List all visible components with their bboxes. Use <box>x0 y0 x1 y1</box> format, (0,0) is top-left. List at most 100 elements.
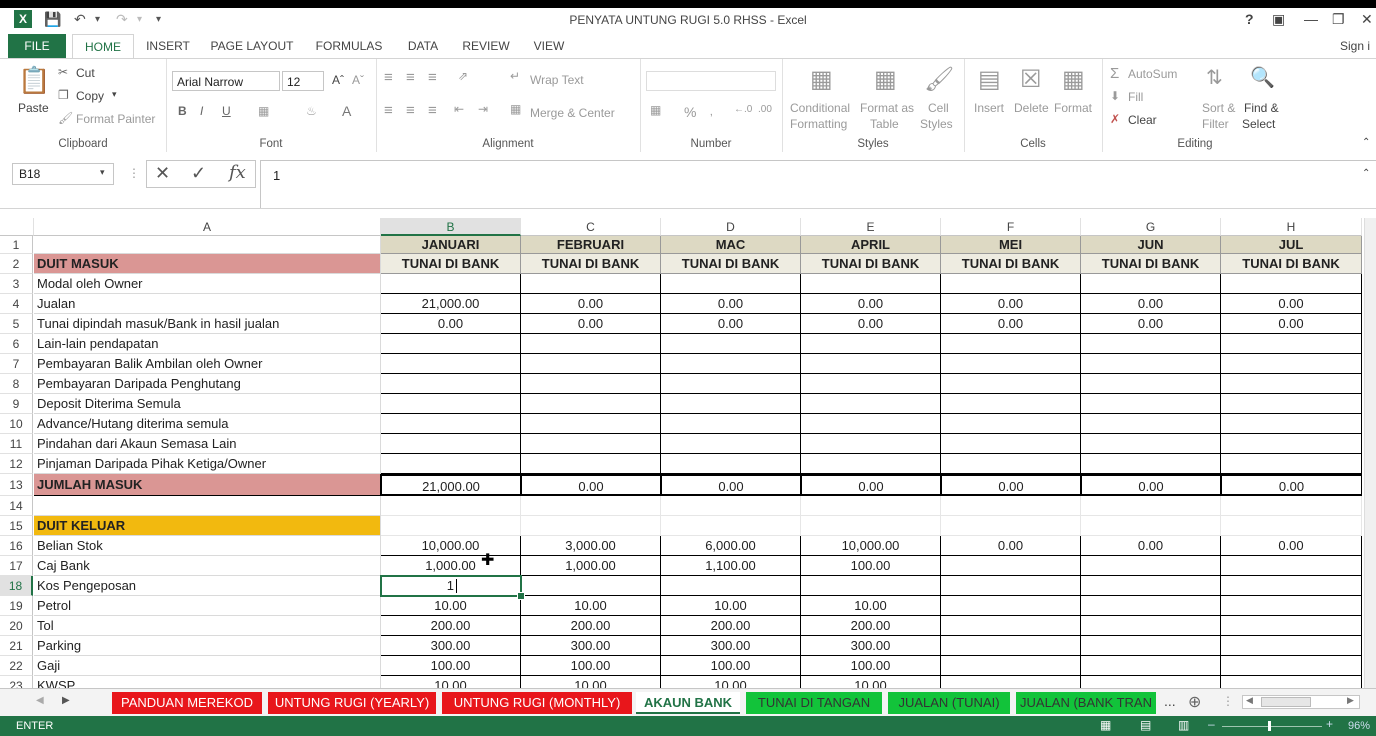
column-header-a[interactable]: A <box>34 218 381 236</box>
cell-value[interactable] <box>381 274 521 294</box>
format-as-table-button-line2[interactable]: Table <box>870 117 899 131</box>
cell-value[interactable]: 10.00 <box>661 596 801 616</box>
font-name-select[interactable]: Arial Narrow <box>172 71 280 91</box>
cell-value[interactable]: 200.00 <box>521 616 661 636</box>
cell-value[interactable] <box>1081 454 1221 474</box>
increase-font-size-icon[interactable]: Aˆ <box>332 73 344 87</box>
cell-value[interactable]: 10,000.00 <box>381 536 521 556</box>
cell-label[interactable]: Parking <box>34 636 381 656</box>
tab-home[interactable]: HOME <box>72 34 134 59</box>
cell-value[interactable]: 6,000.00 <box>661 536 801 556</box>
cell-value[interactable]: 100.00 <box>521 656 661 676</box>
decrease-indent-icon[interactable]: ⇤ <box>454 102 464 116</box>
row-header[interactable]: 10 <box>0 414 33 434</box>
formula-input[interactable]: 1 <box>260 160 1376 208</box>
cell-value[interactable] <box>941 676 1081 688</box>
sheet-tab-panduan-merekod[interactable]: PANDUAN MEREKOD <box>112 692 262 714</box>
cell-value[interactable] <box>381 516 521 536</box>
cell-label[interactable]: Pinjaman Daripada Pihak Ketiga/Owner <box>34 454 381 474</box>
cell-value[interactable]: TUNAI DI BANK <box>661 254 801 274</box>
cell-label[interactable] <box>34 496 381 516</box>
cell-value[interactable] <box>381 374 521 394</box>
cell-value[interactable] <box>661 414 801 434</box>
cell-value[interactable]: 0.00 <box>1081 294 1221 314</box>
cell-value[interactable] <box>801 516 941 536</box>
row-header[interactable]: 20 <box>0 616 33 636</box>
cell-value[interactable]: 0.00 <box>1221 536 1362 556</box>
cell-label[interactable]: Tunai dipindah masuk/Bank in hasil juala… <box>34 314 381 334</box>
row-header[interactable]: 22 <box>0 656 33 676</box>
collapse-ribbon-icon[interactable]: ⌃ <box>1362 137 1370 148</box>
cell-value[interactable] <box>1081 334 1221 354</box>
cell-value[interactable]: 3,000.00 <box>521 536 661 556</box>
row-header[interactable]: 21 <box>0 636 33 656</box>
cell-value[interactable]: TUNAI DI BANK <box>801 254 941 274</box>
cell-value[interactable]: 0.00 <box>1221 474 1362 496</box>
cell-label[interactable]: Kos Pengeposan <box>34 576 381 596</box>
conditional-formatting-button-line2[interactable]: Formatting <box>790 117 847 131</box>
cell-value[interactable] <box>1221 394 1362 414</box>
cell-label[interactable]: Belian Stok <box>34 536 381 556</box>
format-as-table-icon[interactable]: ▦ <box>874 65 897 94</box>
increase-decimal-icon[interactable]: ←.0 <box>734 104 752 115</box>
conditional-formatting-icon[interactable]: ▦ <box>810 65 833 94</box>
cell-value[interactable] <box>801 374 941 394</box>
cell-value[interactable] <box>941 556 1081 576</box>
cell-value[interactable] <box>1081 576 1221 596</box>
sort-filter-button[interactable]: Sort & <box>1202 101 1235 115</box>
sheet-tab-untung-rugi-monthly[interactable]: UNTUNG RUGI (MONTHLY) <box>442 692 632 714</box>
insert-cells-button[interactable]: Insert <box>974 101 1004 115</box>
hscroll-thumb[interactable] <box>1261 697 1311 707</box>
active-cell-outline[interactable] <box>380 575 522 597</box>
cell-value[interactable] <box>661 576 801 596</box>
cell-value[interactable] <box>1081 354 1221 374</box>
cell-value[interactable] <box>1081 676 1221 688</box>
cell-value[interactable]: 0.00 <box>1081 314 1221 334</box>
cell-value[interactable] <box>661 334 801 354</box>
align-center-icon[interactable]: ≡ <box>406 102 415 119</box>
insert-function-button[interactable]: fx <box>229 162 246 183</box>
minimize-button[interactable]: — <box>1304 11 1318 27</box>
cell-label[interactable]: Gaji <box>34 656 381 676</box>
align-left-icon[interactable]: ≡ <box>384 102 393 119</box>
cell-value[interactable]: 200.00 <box>661 616 801 636</box>
cell-value[interactable] <box>521 496 661 516</box>
orientation-icon[interactable]: ⇗ <box>458 69 468 83</box>
format-painter-icon[interactable]: 🖌 <box>58 111 73 125</box>
cell-value[interactable]: 10.00 <box>801 596 941 616</box>
row-header[interactable]: 13 <box>0 474 33 496</box>
cell-value[interactable] <box>521 434 661 454</box>
cell-value[interactable] <box>801 334 941 354</box>
copy-icon[interactable]: ❐ <box>58 88 69 102</box>
cell-value[interactable]: 10.00 <box>521 596 661 616</box>
cell-label[interactable]: Pindahan dari Akaun Semasa Lain <box>34 434 381 454</box>
cell-value[interactable] <box>801 354 941 374</box>
cell-value[interactable] <box>801 454 941 474</box>
cell-value[interactable]: TUNAI DI BANK <box>1221 254 1362 274</box>
row-header[interactable]: 4 <box>0 294 33 314</box>
fill-button[interactable]: Fill <box>1128 90 1143 104</box>
cell-value[interactable] <box>1081 496 1221 516</box>
cell-value[interactable]: MAC <box>661 236 801 254</box>
cell-value[interactable] <box>381 354 521 374</box>
cell-value[interactable] <box>521 374 661 394</box>
cell-value[interactable] <box>661 274 801 294</box>
sheet-tab-jualan-bank-tran[interactable]: JUALAN (BANK TRAN <box>1016 692 1156 714</box>
font-color-icon[interactable]: A <box>342 103 351 119</box>
column-header-d[interactable]: D <box>661 218 801 236</box>
cell-value[interactable]: 200.00 <box>381 616 521 636</box>
copy-button[interactable]: Copy <box>76 89 104 103</box>
row-header[interactable]: 9 <box>0 394 33 414</box>
autosum-button[interactable]: AutoSum <box>1128 67 1177 81</box>
cell-value[interactable] <box>801 576 941 596</box>
help-button[interactable]: ? <box>1245 11 1254 27</box>
cell-label[interactable]: JUMLAH MASUK <box>34 474 381 496</box>
expand-formula-bar-icon[interactable]: ⌃ <box>1362 168 1370 179</box>
underline-button[interactable]: U <box>222 104 231 118</box>
cell-value[interactable]: 0.00 <box>941 474 1081 496</box>
sheet-tab-jualan-tunai[interactable]: JUALAN (TUNAI) <box>888 692 1010 714</box>
cell-value[interactable] <box>381 394 521 414</box>
cell-value[interactable] <box>1221 676 1362 688</box>
align-bottom-icon[interactable]: ≡ <box>428 69 437 86</box>
column-header-g[interactable]: G <box>1081 218 1221 236</box>
